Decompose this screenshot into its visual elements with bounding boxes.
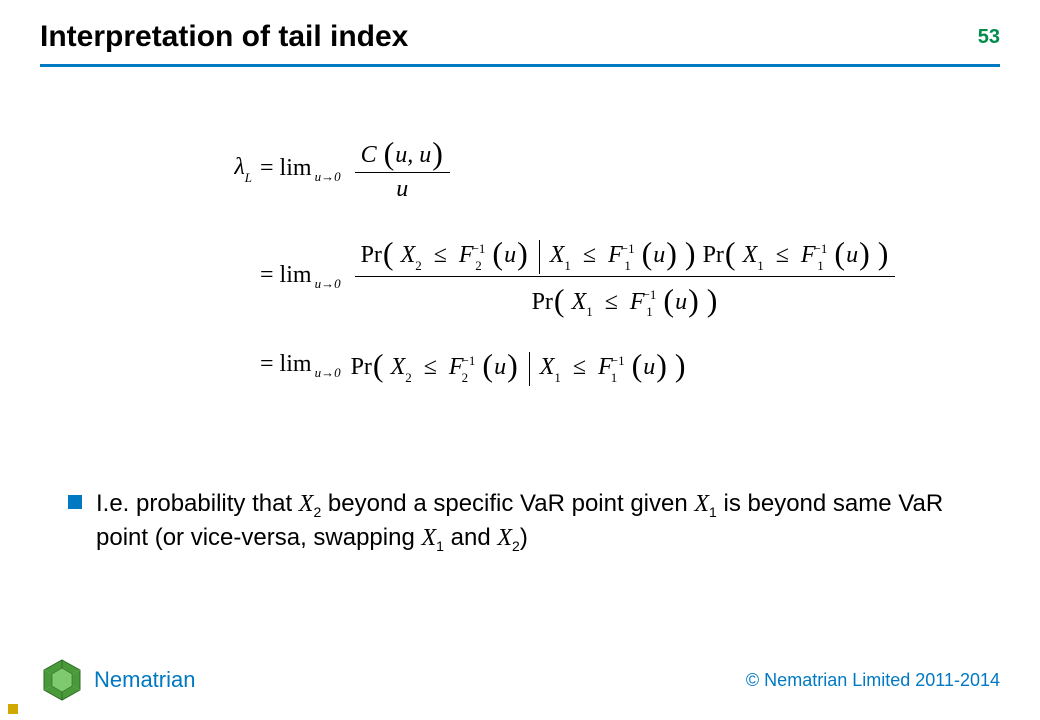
brand: Nematrian (40, 658, 195, 702)
brand-name: Nematrian (94, 667, 195, 693)
sub1: 1 (757, 258, 764, 273)
sup-1: −1 (814, 242, 828, 255)
copyright: © Nematrian Limited 2011-2014 (746, 670, 1000, 691)
sup-1: −1 (611, 354, 625, 367)
sup-1: −1 (472, 242, 486, 255)
lim-sub: u→0 (315, 276, 341, 292)
equation-block: λL = lim u→0 C (u, u) u = lim u→0 (200, 130, 940, 410)
sub2: 2 (415, 258, 422, 273)
u: u (504, 242, 516, 268)
bullet-icon (68, 495, 82, 509)
text: beyond a specific VaR point given (321, 490, 694, 517)
sub1: 1 (436, 537, 444, 553)
le: ≤ (583, 242, 596, 268)
header-rule (40, 64, 1000, 67)
sup-1: −1 (621, 242, 635, 255)
corner-marker (8, 704, 18, 714)
Pr: Pr (361, 242, 382, 268)
equation-line-3: = lim u→0 Pr( X2 ≤ F−12 (u) X1 ≤ F−11 (u… (200, 344, 940, 385)
limit: lim u→0 (280, 350, 341, 379)
X: X (401, 242, 416, 268)
lim-label: lim (280, 154, 312, 183)
slide: Interpretation of tail index 53 λL = lim… (0, 0, 1040, 720)
equation-line-2: = lim u→0 Pr( X2 ≤ F−12 (u) X1 ≤ F−11 (u… (200, 230, 940, 320)
sub1: 1 (643, 305, 657, 318)
X: X (694, 491, 709, 517)
conditional-bar (539, 240, 540, 274)
sup-1: −1 (462, 354, 476, 367)
sub1: 1 (554, 370, 561, 385)
equation-line-1: λL = lim u→0 C (u, u) u (200, 130, 940, 206)
equals: = (258, 350, 280, 379)
fraction: C (u, u) u (355, 130, 450, 206)
lambda-sub: L (245, 170, 252, 185)
text: and (444, 524, 497, 551)
bullet-text: I.e. probability that X2 beyond a specif… (96, 488, 980, 555)
page-number: 53 (978, 26, 1000, 49)
le: ≤ (573, 354, 586, 380)
X: X (572, 289, 587, 315)
Pr: Pr (532, 289, 553, 315)
le: ≤ (434, 242, 447, 268)
footer: Nematrian © Nematrian Limited 2011-2014 (40, 658, 1000, 702)
sub2: 2 (512, 537, 520, 553)
X: X (497, 525, 512, 551)
sub1: 1 (611, 371, 625, 384)
C-args: u, u (395, 142, 431, 168)
den-u: u (390, 173, 414, 206)
Pr: Pr (703, 242, 724, 268)
text: I.e. probability that (96, 490, 299, 517)
conditional-bar (529, 352, 530, 386)
sub2: 2 (472, 259, 486, 272)
u: u (675, 289, 687, 315)
C: C (361, 142, 377, 168)
lim-label: lim (280, 261, 312, 290)
logo-icon (40, 658, 84, 702)
X: X (550, 242, 565, 268)
bullet-item: I.e. probability that X2 beyond a specif… (68, 488, 980, 555)
sub1: 1 (709, 504, 717, 520)
sub2: 2 (462, 371, 476, 384)
X: X (743, 242, 758, 268)
text: ) (520, 524, 528, 551)
sub1: 1 (814, 259, 828, 272)
Pr: Pr (351, 354, 372, 380)
page-title: Interpretation of tail index (40, 20, 1000, 54)
u: u (643, 354, 655, 380)
sup-1: −1 (643, 288, 657, 301)
u: u (846, 242, 858, 268)
u: u (653, 242, 665, 268)
X: X (391, 354, 406, 380)
equals: = (258, 261, 280, 290)
X: X (540, 354, 555, 380)
sub1: 1 (621, 259, 635, 272)
X: X (299, 491, 314, 517)
u: u (494, 354, 506, 380)
le: ≤ (605, 289, 618, 315)
lim-sub: u→0 (315, 365, 341, 381)
sub1: 1 (564, 258, 571, 273)
lim-label: lim (280, 350, 312, 379)
sub1: 1 (586, 304, 593, 319)
sub2: 2 (405, 370, 412, 385)
X: X (421, 525, 436, 551)
fraction: Pr( X2 ≤ F−12 (u) X1 ≤ F−11 (u) ) Pr( X1… (355, 230, 896, 320)
lim-sub: u→0 (315, 169, 341, 185)
equals: = (258, 154, 280, 183)
header: Interpretation of tail index 53 (40, 20, 1000, 54)
lambda: λ (234, 154, 244, 180)
le: ≤ (776, 242, 789, 268)
limit: lim u→0 (280, 261, 341, 290)
limit: lim u→0 (280, 154, 341, 183)
le: ≤ (424, 354, 437, 380)
